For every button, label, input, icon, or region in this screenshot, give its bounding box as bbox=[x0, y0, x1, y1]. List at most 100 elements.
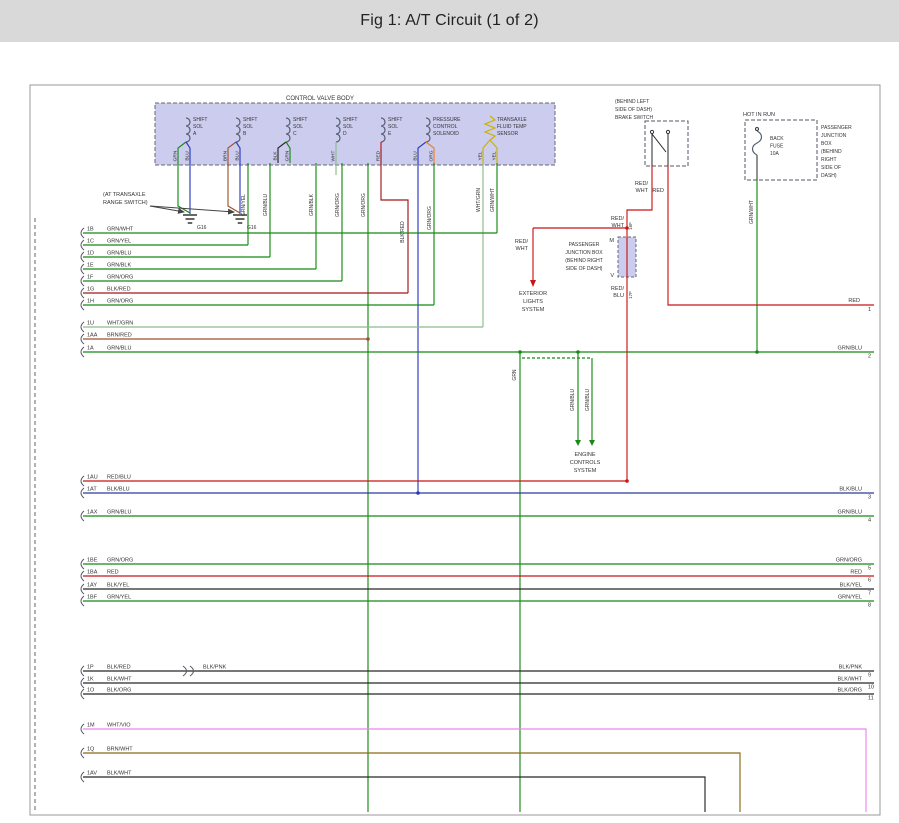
pin-id: M bbox=[609, 238, 614, 244]
component-label: SHIFT bbox=[193, 117, 207, 123]
circuit-number: 11 bbox=[868, 696, 874, 702]
wire-color-label: GRN/ORG bbox=[361, 193, 367, 217]
pin-id: 17F bbox=[628, 291, 633, 299]
junction-box-label: PASSENGER bbox=[821, 125, 852, 131]
component-label: C bbox=[293, 131, 297, 137]
junction-box-label: SIDE OF bbox=[821, 165, 841, 171]
wire-color-label: WHT/GRN bbox=[107, 321, 133, 327]
junction-box-label: PASSENGER bbox=[569, 242, 600, 248]
pin-id: 1AV bbox=[87, 771, 97, 777]
page: Fig 1: A/T Circuit (1 of 2) CONTROL VALV… bbox=[0, 0, 899, 823]
component-label: SOL bbox=[293, 124, 303, 130]
wire-color-label: GRN/ORG bbox=[107, 275, 133, 281]
figure-title: Fig 1: A/T Circuit (1 of 2) bbox=[360, 12, 539, 30]
pin-id: 1M bbox=[87, 723, 95, 729]
pin-id: 1BA bbox=[87, 570, 98, 576]
component-label: FLUID TEMP bbox=[497, 124, 527, 130]
pin-id: 1B bbox=[87, 227, 94, 233]
wire-color-label: BLK/YEL bbox=[107, 583, 129, 589]
circuit-number: 10 bbox=[868, 685, 874, 691]
wire-color-label: RED bbox=[848, 298, 860, 304]
wire-color-label: RED/ bbox=[515, 239, 529, 245]
system-label: SYSTEM bbox=[522, 307, 545, 313]
circuit-number: 3 bbox=[868, 495, 871, 501]
lead-color-label: YEL bbox=[478, 151, 484, 160]
wire-color-label: GRN/ORG bbox=[107, 299, 133, 305]
pin-id: 1A bbox=[87, 346, 94, 352]
wire-color-label: GRN/BLK bbox=[309, 193, 315, 216]
wire-color-label: BRN/WHT bbox=[107, 747, 133, 753]
junction-box-label: SIDE OF DASH) bbox=[566, 266, 603, 272]
pin-id: 1BE bbox=[87, 558, 98, 564]
pin-id: 1AT bbox=[87, 487, 97, 493]
wire-color-label: BLK/PNK bbox=[839, 665, 863, 671]
wire-color-label: GRN/WHT bbox=[490, 188, 496, 212]
component-label: SOL bbox=[193, 124, 203, 130]
system-label: EXTERIOR bbox=[519, 291, 547, 297]
figure-header: Fig 1: A/T Circuit (1 of 2) bbox=[0, 0, 899, 42]
junction-box-label: DASH) bbox=[821, 173, 837, 179]
wire-color-label: WHT bbox=[611, 223, 624, 229]
pin-id: 1AU bbox=[87, 475, 98, 481]
lead-color-label: BLK bbox=[273, 151, 279, 161]
pin-id: 16F bbox=[628, 222, 633, 230]
system-label: SYSTEM bbox=[574, 468, 597, 474]
wire-color-label: WHT/GRN bbox=[476, 188, 482, 212]
wire-color-label: GRN bbox=[512, 369, 518, 381]
lead-color-label: YEL bbox=[492, 151, 498, 160]
wire-color-label: WHT bbox=[515, 246, 528, 252]
wire-color-label: BLU bbox=[613, 293, 624, 299]
wire-color-label: GRN/YEL bbox=[241, 194, 247, 216]
annotation: (AT TRANSAXLE bbox=[103, 192, 146, 198]
circuit-number: 1 bbox=[868, 307, 871, 313]
circuit-number: 6 bbox=[868, 578, 871, 584]
lead-color-label: ORG bbox=[429, 150, 435, 161]
wire-color-label: BLK/WHT bbox=[107, 677, 132, 683]
component-label: SHIFT bbox=[343, 117, 357, 123]
wire-color-label: BLK/RED bbox=[107, 665, 131, 671]
brake-switch-label: SIDE OF DASH) bbox=[615, 107, 652, 113]
switch-terminal bbox=[666, 130, 669, 133]
pin-id: 1C bbox=[87, 239, 94, 245]
component-label: SOLENOID bbox=[433, 131, 459, 137]
control-valve-body-label: CONTROL VALVE BODY bbox=[286, 96, 354, 102]
ground-label: G16 bbox=[197, 225, 207, 231]
component-label: SHIFT bbox=[243, 117, 257, 123]
wire-color-label: BLK/BLU bbox=[839, 487, 862, 493]
switch-terminal bbox=[650, 130, 653, 133]
ground-label: G16 bbox=[247, 225, 257, 231]
wire-color-label: BLK/YEL bbox=[840, 583, 862, 589]
junction-box-label: JUNCTION bbox=[821, 133, 847, 139]
wire-color-label: GRN/ORG bbox=[335, 193, 341, 217]
junction-box-label: (BEHIND RIGHT bbox=[565, 258, 603, 264]
wire-color-label: GRN/BLU bbox=[263, 194, 269, 217]
pin-id: 1AY bbox=[87, 583, 97, 589]
wire-color-label: RED bbox=[107, 570, 119, 576]
junction-box-label: JUNCTION BOX bbox=[565, 250, 603, 256]
wire-color-label: RED bbox=[652, 188, 664, 194]
pin-id: 1P bbox=[87, 665, 94, 671]
wire-color-label: GRN/BLU bbox=[107, 510, 131, 516]
circuit-number: 9 bbox=[868, 673, 871, 679]
circuit-number: 4 bbox=[868, 518, 871, 524]
system-label: CONTROLS bbox=[570, 460, 601, 466]
junction-dot bbox=[366, 337, 370, 341]
wire-color-label: BLK/PNK bbox=[203, 665, 227, 671]
fuse-terminal bbox=[756, 128, 759, 131]
wire-color-label: BLK/WHT bbox=[107, 771, 132, 777]
circuit-number: 5 bbox=[868, 566, 871, 572]
wire-color-label: BLK/RED bbox=[400, 221, 406, 243]
component-label: CONTROL bbox=[433, 124, 458, 130]
pin-id: 1F bbox=[87, 275, 94, 281]
lead-color-label: BLU bbox=[185, 151, 191, 161]
lead-color-label: BLU bbox=[413, 151, 419, 161]
wire-color-label: RED/BLU bbox=[107, 475, 131, 481]
wiring-diagram: CONTROL VALVE BODYSHIFTSOLASHIFTSOLBSHIF… bbox=[0, 42, 899, 823]
wire-color-label: GRN/BLU bbox=[107, 251, 131, 257]
wire-color-label: BRN/RED bbox=[107, 333, 132, 339]
wire-color-label: GRN/YEL bbox=[838, 595, 862, 601]
brake-switch-label: (BEHIND LEFT bbox=[615, 99, 649, 105]
hot-in-run-label: HOT IN RUN bbox=[743, 112, 775, 118]
pin-id: 1E bbox=[87, 263, 94, 269]
wire-color-label: WHT/VIO bbox=[107, 723, 131, 729]
